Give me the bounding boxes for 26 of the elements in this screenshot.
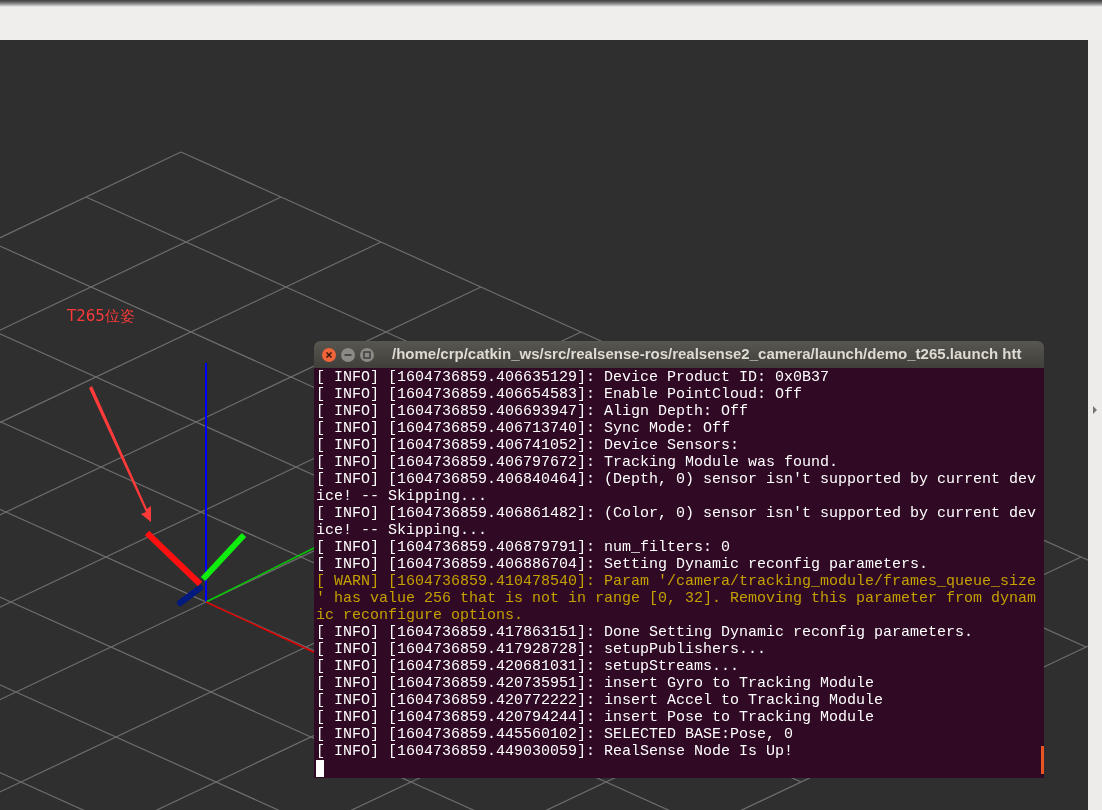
- log-line: [ INFO] [1604736859.406879791]: num_filters: 0: [316, 539, 732, 556]
- log-line: [ INFO] [1604736859.445560102]: SELECTED BASE:Pose, 0: [316, 726, 795, 743]
- close-button[interactable]: [322, 347, 336, 362]
- log-line: [ INFO] [1604736859.406713740]: Sync Mode: Off: [316, 420, 732, 437]
- log-line: [ INFO] [1604736859.406693947]: Align Depth: Off: [316, 403, 750, 420]
- annotation-label: T265位姿: [67, 306, 135, 327]
- log-line: [ INFO] [1604736859.417928728]: setupPublishers...: [316, 641, 768, 658]
- log-line: [ INFO] [1604736859.449030059]: RealSense Node Is Up!: [316, 743, 795, 760]
- expand-arrow-icon[interactable]: [1092, 405, 1098, 415]
- log-line: [ INFO] [1604736859.406840464]: (Depth, 0) sensor isn't supported by current device! -- Skipping...: [316, 471, 1038, 505]
- log-line: [ INFO] [1604736859.420794244]: insert Pose to Tracking Module: [316, 709, 876, 726]
- log-line: [ INFO] [1604736859.406886704]: Setting Dynamic reconfig parameters.: [316, 556, 930, 573]
- log-line: [ INFO] [1604736859.420735951]: insert Gyro to Tracking Module: [316, 675, 876, 692]
- log-line: [ INFO] [1604736859.406635129]: Device Product ID: 0x0B37: [316, 369, 831, 386]
- log-line: [ WARN] [1604736859.410478540]: Param '/camera/tracking_module/frames_queue_size' has value 256 that is not in range [0, 32]. Removing this parameter from dynamic reconfigure options.: [316, 573, 1038, 624]
- log-line: [ INFO] [1604736859.406797672]: Tracking Module was found.: [316, 454, 840, 471]
- log-line: [ INFO] [1604736859.406861482]: (Color, 0) sensor isn't supported by current device! -- Skipping...: [316, 505, 1038, 539]
- maximize-button[interactable]: [360, 347, 374, 362]
- log-line: [ INFO] [1604736859.406741052]: Device Sensors:: [316, 437, 741, 454]
- log-line: [ INFO] [1604736859.420772222]: insert Accel to Tracking Module: [316, 692, 885, 709]
- minimize-button[interactable]: [341, 347, 355, 362]
- log-line: [ INFO] [1604736859.417863151]: Done Setting Dynamic reconfig parameters.: [316, 624, 975, 641]
- log-line: [ INFO] [1604736859.406654583]: Enable PointCloud: Off: [316, 386, 804, 403]
- scrollbar[interactable]: [1041, 746, 1044, 774]
- log-line: [ INFO] [1604736859.420681031]: setupStreams...: [316, 658, 741, 675]
- window-title: /home/crp/catkin_ws/src/realsense-ros/realsense2_camera/launch/demo_t265.launch htt: [392, 344, 1022, 365]
